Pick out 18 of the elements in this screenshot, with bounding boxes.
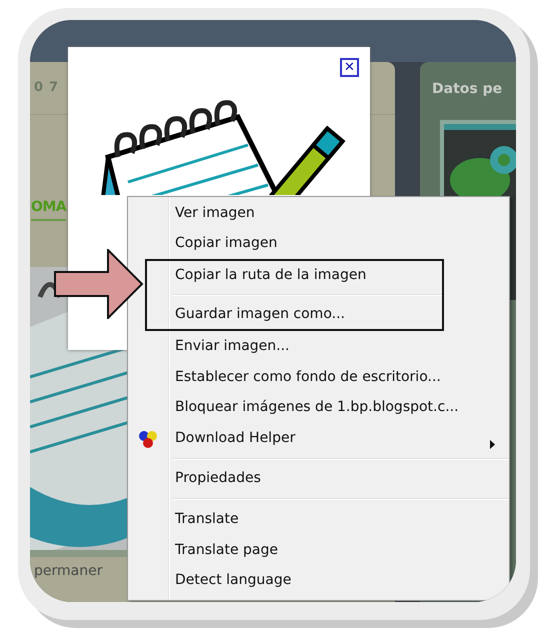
body-text: permaner (34, 562, 102, 581)
menu-item[interactable]: Guardar imagen como... (147, 300, 442, 330)
menu-item[interactable]: Establecer como fondo de escritorio... (128, 362, 509, 392)
close-button[interactable]: ✕ (340, 58, 359, 77)
balls-icon (138, 430, 158, 449)
menu-item[interactable]: Copiar imagen (128, 228, 509, 260)
menu-item[interactable]: Enviar imagen... (128, 331, 509, 362)
menu-item[interactable]: Bloquear imágenes de 1.bp.blogspot.c... (128, 392, 509, 423)
date-text: 07 (34, 79, 64, 97)
sidebar-title: Datos pe (432, 80, 502, 99)
menu-item[interactable]: Translate page (128, 534, 509, 566)
submenu-arrow-icon (490, 440, 495, 449)
menu-item[interactable]: Copiar la ruta de la imagen (147, 261, 442, 290)
menu-item[interactable]: Propiedades (128, 464, 509, 494)
menu-item[interactable]: Translate (128, 504, 509, 535)
menu-item[interactable]: Ver imagen (128, 198, 509, 229)
menu-item[interactable]: Detect language (128, 565, 509, 596)
menu-item[interactable]: Download Helper (128, 422, 509, 454)
